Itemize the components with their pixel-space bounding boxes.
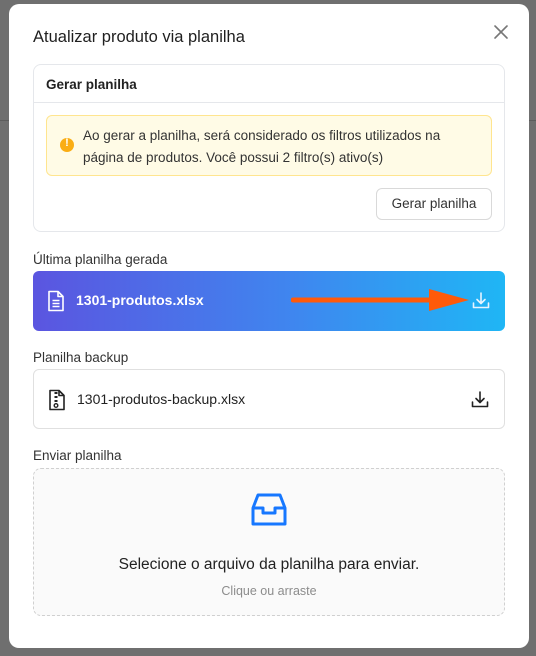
upload-label: Enviar planilha: [33, 448, 122, 463]
backdrop-divider: [0, 120, 9, 121]
last-generated-label: Última planilha gerada: [33, 252, 168, 267]
backup-label: Planilha backup: [33, 350, 129, 365]
last-generated-file[interactable]: 1301-produtos.xlsx: [33, 271, 505, 331]
backup-file-name: 1301-produtos-backup.xlsx: [77, 391, 246, 407]
close-icon[interactable]: [491, 22, 511, 42]
upload-dropzone[interactable]: Selecione o arquivo da planilha para env…: [33, 468, 505, 616]
update-product-modal: Atualizar produto via planilha Gerar pla…: [9, 4, 529, 648]
download-icon[interactable]: [470, 390, 490, 410]
backdrop-divider: [529, 120, 536, 121]
annotation-arrow: [291, 289, 469, 311]
file-spreadsheet-icon: [48, 290, 64, 312]
download-icon[interactable]: [471, 291, 491, 311]
generate-card-header: Gerar planilha: [34, 65, 504, 103]
upload-main-text: Selecione o arquivo da planilha para env…: [118, 556, 420, 573]
modal-title: Atualizar produto via planilha: [33, 28, 245, 46]
alert-text: Ao gerar a planilha, será considerado os…: [83, 128, 441, 165]
upload-sub-text: Clique ou arraste: [221, 584, 317, 598]
warning-icon: [60, 137, 74, 152]
backup-file[interactable]: 1301-produtos-backup.xlsx: [33, 369, 505, 429]
inbox-icon: [251, 493, 287, 526]
generate-spreadsheet-button[interactable]: Gerar planilha: [376, 188, 492, 220]
filters-warning-alert: Ao gerar a planilha, será considerado os…: [46, 115, 492, 176]
last-generated-file-name: 1301-produtos.xlsx: [76, 292, 204, 308]
file-zip-icon: [49, 389, 65, 411]
generate-spreadsheet-card: Gerar planilha Ao gerar a planilha, será…: [33, 64, 505, 232]
